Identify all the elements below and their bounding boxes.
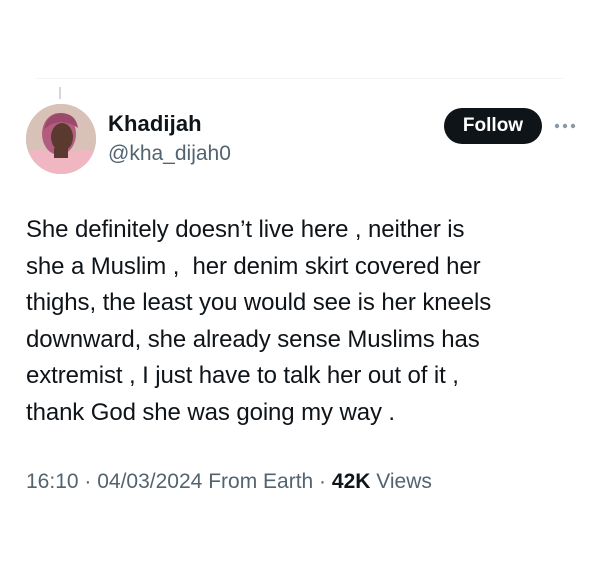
author-display-name[interactable]: Khadijah: [108, 111, 202, 137]
more-options-button[interactable]: [552, 116, 578, 136]
tweet-text-line: thank God she was going my way .: [26, 398, 395, 426]
tweet-date[interactable]: 04/03/2024: [97, 470, 202, 493]
tweet-text-line: she a Muslim , her denim skirt covered h…: [26, 252, 481, 280]
follow-button[interactable]: Follow: [444, 108, 542, 144]
views-count: 42K: [331, 470, 371, 493]
meta-separator: ·: [313, 470, 332, 493]
tweet-text-line: extremist , I just have to talk her out …: [26, 362, 459, 389]
thread-line: [59, 87, 61, 99]
tweet-screenshot: Khadijah @kha_dijah0 Follow She definite…: [0, 0, 599, 584]
tweet-text-line: She definitely doesn’t live here , neith…: [26, 216, 465, 243]
avatar[interactable]: [26, 104, 96, 174]
meta-separator: ·: [78, 470, 98, 493]
avatar-photo-icon: [26, 104, 96, 174]
author-handle[interactable]: @kha_dijah0: [108, 142, 231, 166]
tweet-meta: 16:10 · 04/03/2024 From Earth · 42K View…: [26, 470, 432, 494]
tweet-source: From Earth: [208, 470, 314, 493]
tweet-text: She definitely doesn’t live here , neith…: [26, 212, 586, 431]
tweet-text-line: thighs, the least you would see is her k…: [26, 289, 492, 316]
views-label: Views: [376, 470, 432, 493]
divider: [36, 78, 563, 79]
tweet-text-line: downward, she already sense Muslims has: [26, 325, 480, 353]
more-horizontal-icon: [554, 123, 576, 129]
tweet-time[interactable]: 16:10: [26, 470, 79, 493]
